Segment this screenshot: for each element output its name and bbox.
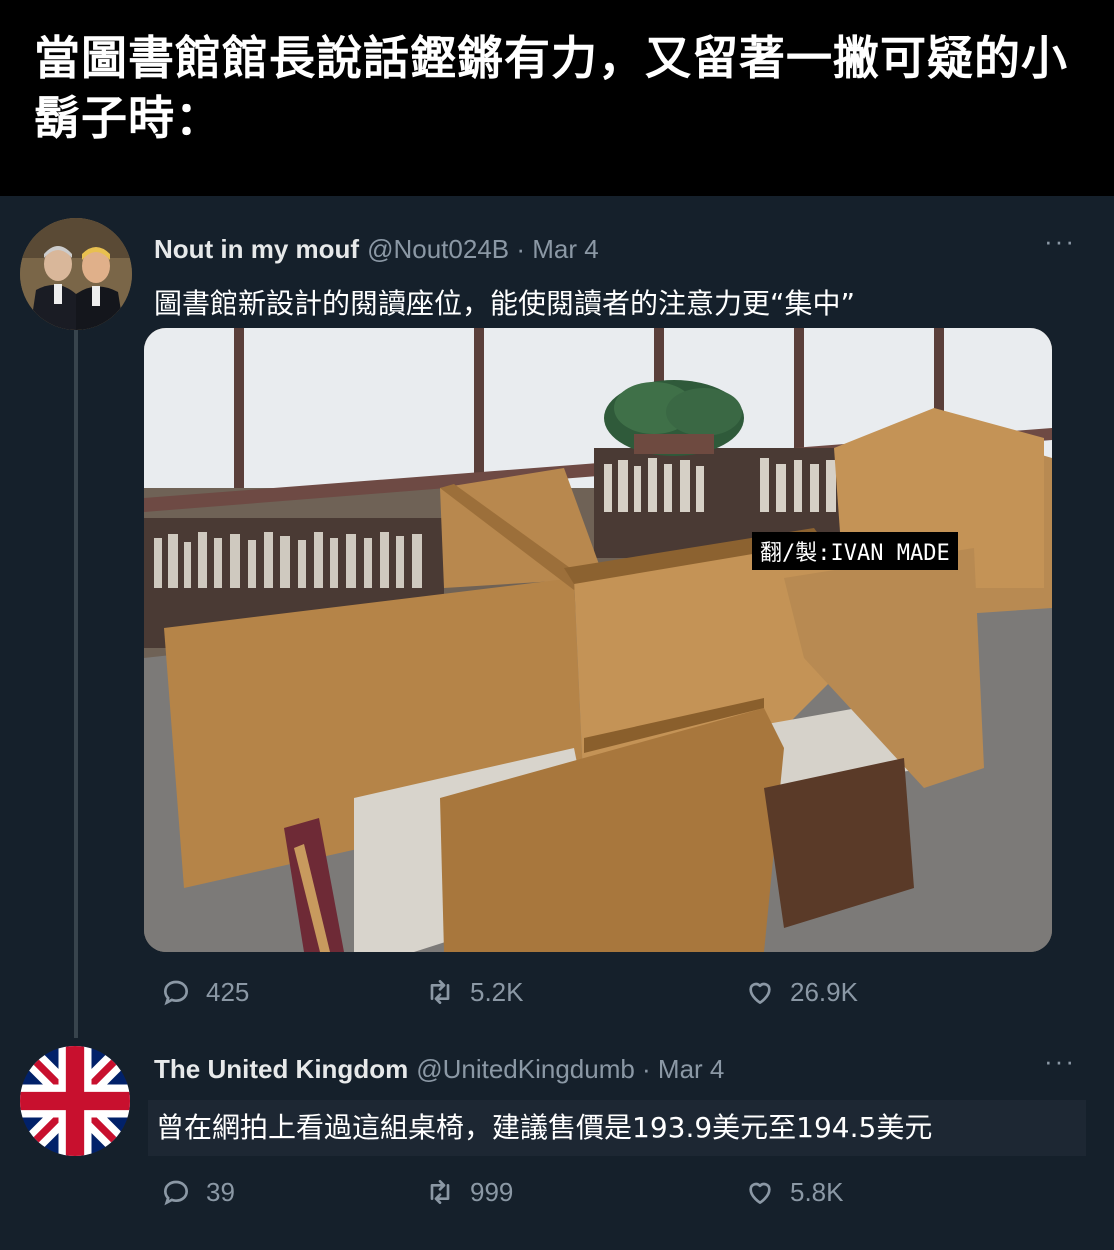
study-carrels-photo bbox=[144, 328, 1052, 952]
retweet-button[interactable]: 999 bbox=[424, 1176, 744, 1208]
more-icon[interactable]: ··· bbox=[1044, 1046, 1076, 1077]
display-name[interactable]: Nout in my mouf bbox=[154, 234, 359, 264]
retweet-count: 999 bbox=[470, 1176, 514, 1207]
display-name[interactable]: The United Kingdom bbox=[154, 1054, 408, 1084]
like-button[interactable]: 26.9K bbox=[744, 976, 858, 1008]
tweet-text: 圖書館新設計的閱讀座位，能使閱讀者的注意力更“集中” bbox=[154, 287, 856, 320]
retweet-count: 5.2K bbox=[470, 976, 524, 1007]
retweet-button[interactable]: 5.2K bbox=[424, 976, 744, 1008]
avatar-photo bbox=[20, 218, 132, 330]
tweet-actions: 39 999 5.8K bbox=[160, 1176, 844, 1208]
retweet-icon bbox=[430, 980, 450, 1004]
retweet-icon bbox=[430, 1180, 450, 1204]
meme-caption: 當圖書館館長說話鏗鏘有力，又留著一撇可疑的小鬍子時： bbox=[34, 31, 1068, 145]
caption-banner: 當圖書館館長說話鏗鏘有力，又留著一撇可疑的小鬍子時： bbox=[0, 0, 1114, 196]
handle-and-date[interactable]: @UnitedKingdumb · Mar 4 bbox=[416, 1054, 724, 1084]
reply-count: 39 bbox=[206, 1176, 235, 1207]
tweet-actions: 425 5.2K 26.9K bbox=[160, 976, 858, 1008]
like-count: 5.8K bbox=[790, 1176, 844, 1207]
watermark-label: 翻/製:IVAN MADE bbox=[752, 532, 958, 570]
union-jack-icon bbox=[20, 1046, 130, 1156]
reply-count: 425 bbox=[206, 976, 250, 1007]
like-button[interactable]: 5.8K bbox=[744, 1176, 844, 1208]
tweet-image[interactable] bbox=[144, 328, 1052, 952]
reply-button[interactable]: 425 bbox=[160, 976, 424, 1008]
tweet-text: 曾在網拍上看過這組桌椅，建議售價是193.9美元至194.5美元 bbox=[148, 1100, 1086, 1156]
handle-and-date[interactable]: @Nout024B · Mar 4 bbox=[367, 234, 599, 264]
tweet-header: The United Kingdom @UnitedKingdumb · Mar … bbox=[154, 1054, 724, 1085]
tweet-header: Nout in my mouf @Nout024B · Mar 4 bbox=[154, 234, 599, 265]
avatar[interactable] bbox=[20, 218, 132, 330]
heart-icon bbox=[749, 982, 771, 1004]
avatar[interactable] bbox=[20, 1046, 130, 1156]
reply-icon bbox=[163, 1180, 189, 1206]
reply-button[interactable]: 39 bbox=[160, 1176, 424, 1208]
reply-icon bbox=[163, 980, 189, 1006]
thread-connector-line bbox=[74, 330, 78, 1038]
heart-icon bbox=[749, 1182, 771, 1204]
more-icon[interactable]: ··· bbox=[1044, 226, 1076, 257]
like-count: 26.9K bbox=[790, 976, 858, 1007]
